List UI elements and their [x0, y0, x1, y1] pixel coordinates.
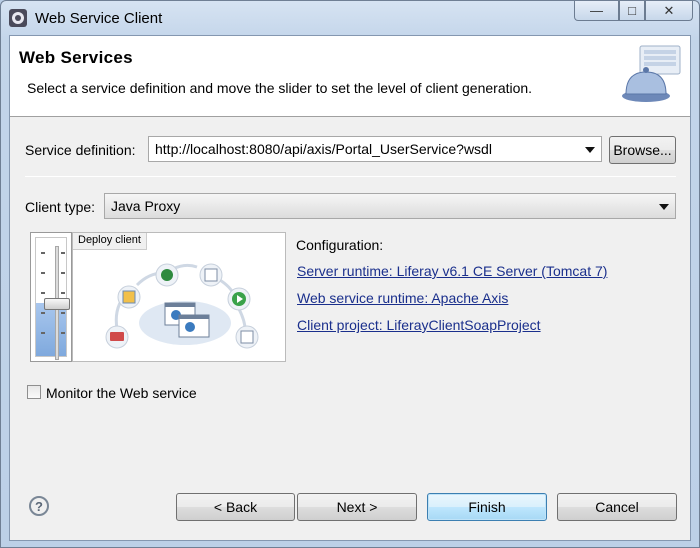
- service-definition-label: Service definition:: [25, 142, 136, 158]
- back-button-label: < Back: [213, 499, 258, 515]
- browse-button-label: Browse...: [613, 142, 672, 158]
- client-type-label: Client type:: [25, 199, 96, 215]
- slider-tick: [61, 252, 65, 254]
- slider-tick: [41, 252, 45, 254]
- title-bar[interactable]: Web Service Client — □ ✕: [1, 1, 699, 35]
- service-definition-combo[interactable]: http://localhost:8080/api/axis/Portal_Us…: [148, 136, 602, 162]
- slider-tick: [41, 332, 45, 334]
- slider-tick: [61, 312, 65, 314]
- separator: [25, 176, 676, 177]
- web-service-bell-icon: [622, 45, 681, 102]
- monitor-web-service-checkbox[interactable]: [27, 385, 41, 399]
- server-icon: [199, 263, 223, 287]
- window-title: Web Service Client: [35, 10, 163, 27]
- eclipse-app-icon: [9, 9, 27, 27]
- page-title: Web Services: [19, 48, 133, 67]
- configuration-heading: Configuration:: [296, 237, 384, 253]
- web-service-runtime-link[interactable]: Web service runtime: Apache Axis: [297, 290, 508, 306]
- close-button[interactable]: ✕: [645, 1, 693, 21]
- maximize-icon: □: [628, 3, 636, 18]
- slider-track: [35, 237, 70, 360]
- close-icon: ✕: [663, 2, 675, 18]
- next-button[interactable]: Next >: [297, 493, 417, 521]
- cancel-button[interactable]: Cancel: [557, 493, 677, 521]
- slider-tick: [61, 272, 65, 274]
- minimize-icon: —: [590, 3, 603, 18]
- slider-tick: [41, 272, 45, 274]
- browse-button[interactable]: Browse...: [609, 136, 676, 164]
- client-type-value: Java Proxy: [111, 198, 181, 214]
- maximize-button[interactable]: □: [619, 1, 645, 21]
- minimize-button[interactable]: —: [574, 1, 619, 21]
- slider-tick: [61, 292, 65, 294]
- slider-tick: [41, 292, 45, 294]
- cancel-button-label: Cancel: [595, 499, 639, 515]
- dialog-window: Web Service Client — □ ✕ Web Services Se…: [0, 0, 700, 548]
- finish-button[interactable]: Finish: [427, 493, 547, 521]
- client-icon: [105, 325, 129, 349]
- page-description: Select a service definition and move the…: [27, 80, 533, 96]
- client-type-combo[interactable]: Java Proxy: [104, 193, 676, 219]
- window-controls: — □ ✕: [574, 1, 693, 21]
- client-generation-slider[interactable]: [30, 232, 72, 362]
- wizard-banner: Web Services Select a service definition…: [10, 36, 690, 117]
- slider-tick: [41, 312, 45, 314]
- help-icon[interactable]: ?: [29, 496, 49, 516]
- dialog-content: Web Services Select a service definition…: [9, 35, 691, 541]
- finish-button-label: Finish: [468, 499, 506, 515]
- deploy-client-diagram: [105, 263, 259, 349]
- help-icon-glyph: ?: [35, 498, 43, 514]
- slider-tick: [61, 332, 65, 334]
- package-icon: [117, 285, 141, 309]
- client-project-link[interactable]: Client project: LiferayClientSoapProject: [297, 317, 541, 333]
- back-button[interactable]: < Back: [176, 493, 295, 521]
- chevron-down-icon: [585, 147, 595, 153]
- next-button-label: Next >: [336, 499, 378, 515]
- slider-thumb[interactable]: [44, 298, 70, 310]
- test-icon: [235, 325, 259, 349]
- deploy-icon: [155, 263, 179, 287]
- server-runtime-link[interactable]: Server runtime: Liferay v6.1 CE Server (…: [297, 263, 607, 279]
- service-definition-value: http://localhost:8080/api/axis/Portal_Us…: [155, 141, 492, 157]
- monitor-web-service-label: Monitor the Web service: [46, 385, 197, 401]
- generation-preview: Deploy client: [72, 232, 286, 362]
- chevron-down-icon: [659, 204, 669, 210]
- run-icon: [227, 287, 251, 311]
